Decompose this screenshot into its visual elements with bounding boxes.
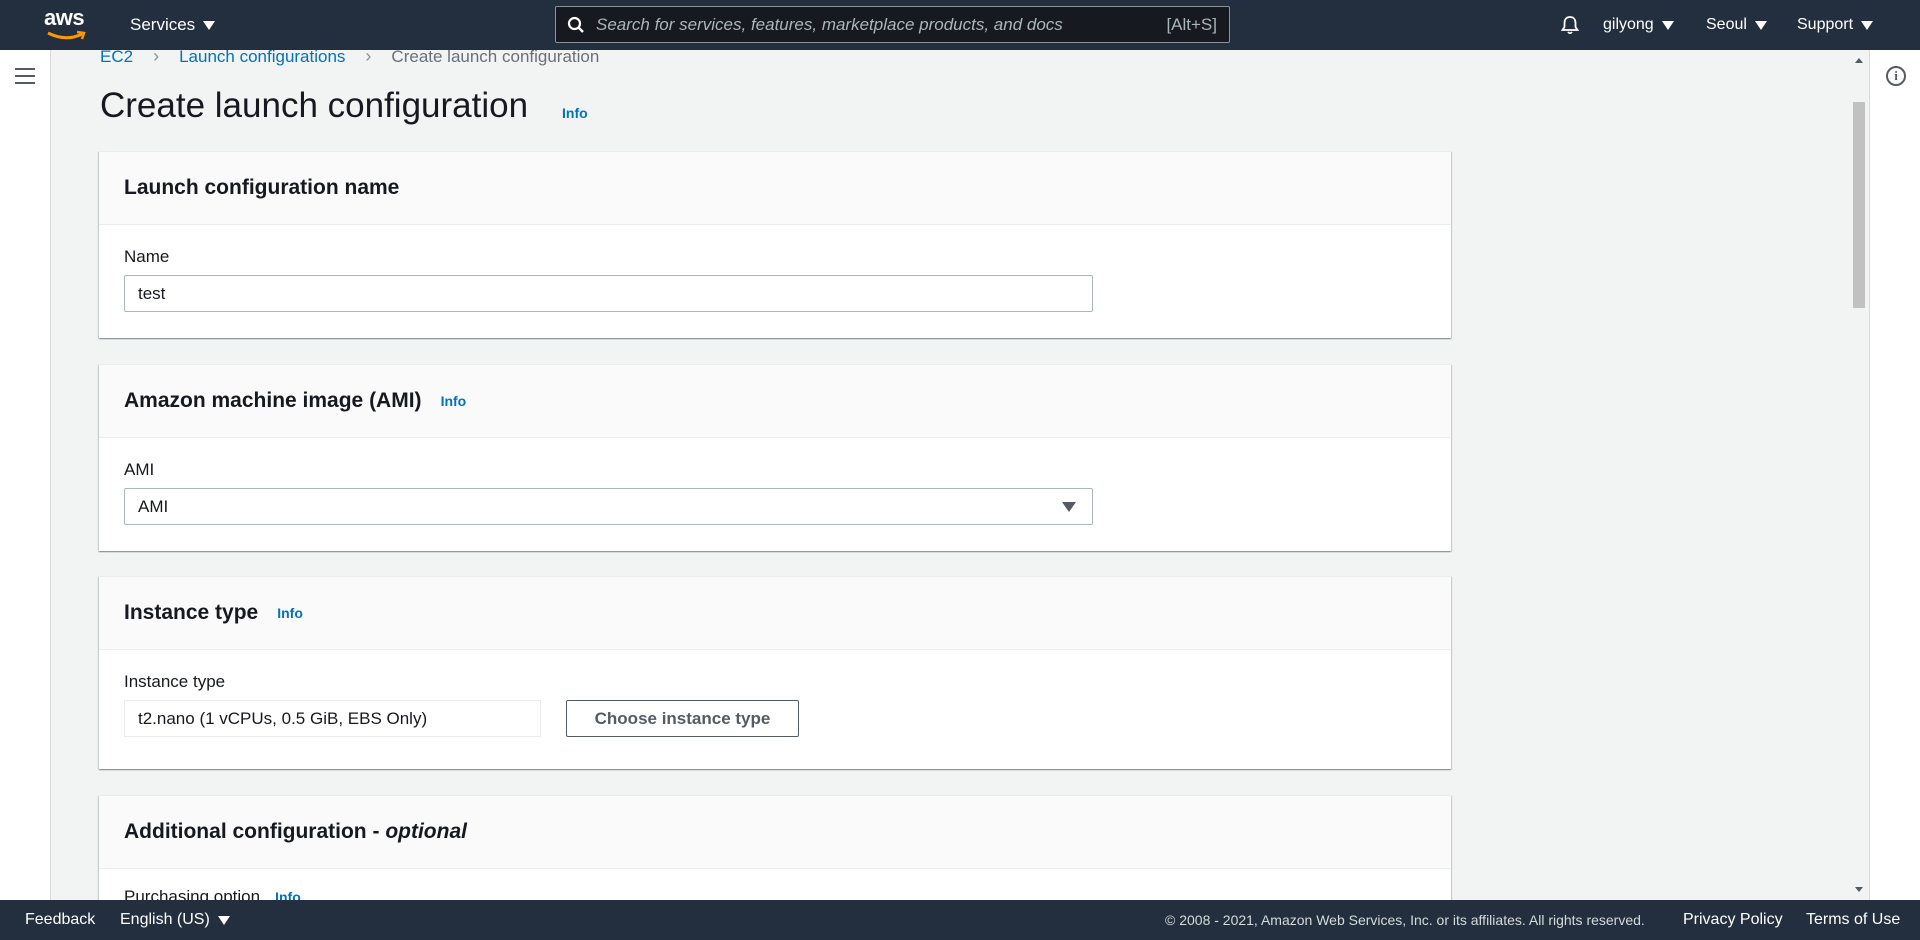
search-input[interactable]: [596, 14, 1167, 35]
region-name: Seoul: [1706, 16, 1747, 33]
caret-down-icon: [1754, 20, 1767, 30]
caret-down-icon: [203, 20, 216, 30]
additional-configuration-panel: Additional configuration - optional Purc…: [99, 795, 1451, 900]
ami-panel: Amazon machine image (AMI) Info AMI AMI: [99, 364, 1451, 551]
top-navigation: aws Services [Alt+S] gilyong Seoul Suppo…: [0, 0, 1920, 50]
side-navigation-rail: [0, 50, 51, 900]
scroll-down-arrow-icon[interactable]: [1855, 887, 1863, 892]
purchasing-option-text: Purchasing option: [124, 887, 261, 900]
caret-down-icon: [1062, 502, 1076, 512]
purchasing-option-label: Purchasing option Info: [124, 887, 301, 900]
panel-title-optional: optional: [385, 820, 467, 843]
info-icon[interactable]: i: [1886, 66, 1906, 86]
user-name: gilyong: [1603, 16, 1654, 33]
help-panel-rail: i: [1869, 50, 1920, 900]
info-link[interactable]: Info: [277, 605, 303, 621]
launch-configuration-name-panel: Launch configuration name Name test: [99, 151, 1451, 338]
copyright-text: © 2008 - 2021, Amazon Web Services, Inc.…: [1165, 912, 1645, 928]
chevron-right-icon: ›: [153, 46, 160, 66]
support-label: Support: [1797, 16, 1854, 33]
aws-smile-icon: [47, 30, 86, 40]
info-link[interactable]: Info: [562, 105, 588, 121]
panel-header: Amazon machine image (AMI) Info: [99, 365, 1451, 438]
search-shortcut: [Alt+S]: [1166, 14, 1217, 34]
services-menu[interactable]: Services: [130, 0, 216, 50]
panel-title: Launch configuration name: [124, 176, 400, 199]
feedback-label: Feedback: [25, 911, 96, 928]
breadcrumb: EC2 › Launch configurations › Create lau…: [100, 46, 599, 67]
scroll-up-arrow-icon[interactable]: [1855, 58, 1863, 63]
instance-type-panel: Instance type Info Instance type t2.nano…: [99, 576, 1451, 769]
panel-title-text: Additional configuration -: [124, 820, 386, 843]
terms-of-use-link[interactable]: Terms of Use: [1806, 900, 1900, 940]
ami-field-label: AMI: [124, 460, 155, 479]
info-link[interactable]: Info: [275, 889, 301, 900]
caret-down-icon: [217, 915, 230, 925]
search-bar[interactable]: [Alt+S]: [555, 6, 1230, 43]
name-input[interactable]: test: [124, 275, 1093, 312]
name-field-label: Name: [124, 247, 170, 266]
region-menu[interactable]: Seoul: [1706, 0, 1767, 50]
ami-select[interactable]: AMI: [124, 488, 1093, 525]
panel-title: Additional configuration - optional: [124, 820, 467, 844]
privacy-policy-link[interactable]: Privacy Policy: [1683, 900, 1783, 940]
scrollbar[interactable]: [1850, 50, 1868, 900]
aws-logo[interactable]: aws: [44, 5, 90, 42]
info-link[interactable]: Info: [441, 393, 467, 409]
panel-header: Launch configuration name: [99, 152, 1451, 225]
aws-logo-text: aws: [44, 5, 85, 30]
language-label: English (US): [120, 911, 210, 928]
user-menu[interactable]: gilyong: [1603, 0, 1674, 50]
panel-header: Instance type Info: [99, 577, 1451, 650]
panel-title: Amazon machine image (AMI): [124, 389, 422, 412]
search-icon: [556, 16, 596, 34]
choose-instance-type-button[interactable]: Choose instance type: [566, 700, 799, 737]
support-menu[interactable]: Support: [1797, 0, 1874, 50]
instance-type-value: t2.nano (1 vCPUs, 0.5 GiB, EBS Only): [124, 700, 541, 737]
scrollbar-thumb[interactable]: [1853, 102, 1865, 308]
panel-header: Additional configuration - optional: [99, 796, 1451, 869]
page-title: Create launch configuration: [100, 86, 529, 125]
notifications-button[interactable]: [1559, 0, 1581, 50]
breadcrumb-ec2[interactable]: EC2: [100, 47, 133, 67]
footer: Feedback English (US) © 2008 - 2021, Ama…: [0, 900, 1920, 940]
terms-of-use-label: Terms of Use: [1806, 911, 1901, 928]
chevron-right-icon: ›: [365, 46, 372, 66]
privacy-policy-label: Privacy Policy: [1683, 911, 1783, 928]
instance-type-field-label: Instance type: [124, 672, 226, 691]
feedback-link[interactable]: Feedback: [25, 900, 95, 940]
services-label: Services: [130, 15, 196, 34]
panel-title: Instance type: [124, 601, 259, 624]
hamburger-menu-icon[interactable]: [15, 68, 35, 84]
breadcrumb-launch-configurations[interactable]: Launch configurations: [179, 47, 345, 67]
breadcrumb-current: Create launch configuration: [391, 46, 600, 66]
bell-icon: [1560, 16, 1580, 35]
caret-down-icon: [1861, 20, 1874, 30]
ami-select-value: AMI: [138, 496, 169, 516]
caret-down-icon: [1661, 20, 1674, 30]
language-selector[interactable]: English (US): [120, 900, 230, 940]
